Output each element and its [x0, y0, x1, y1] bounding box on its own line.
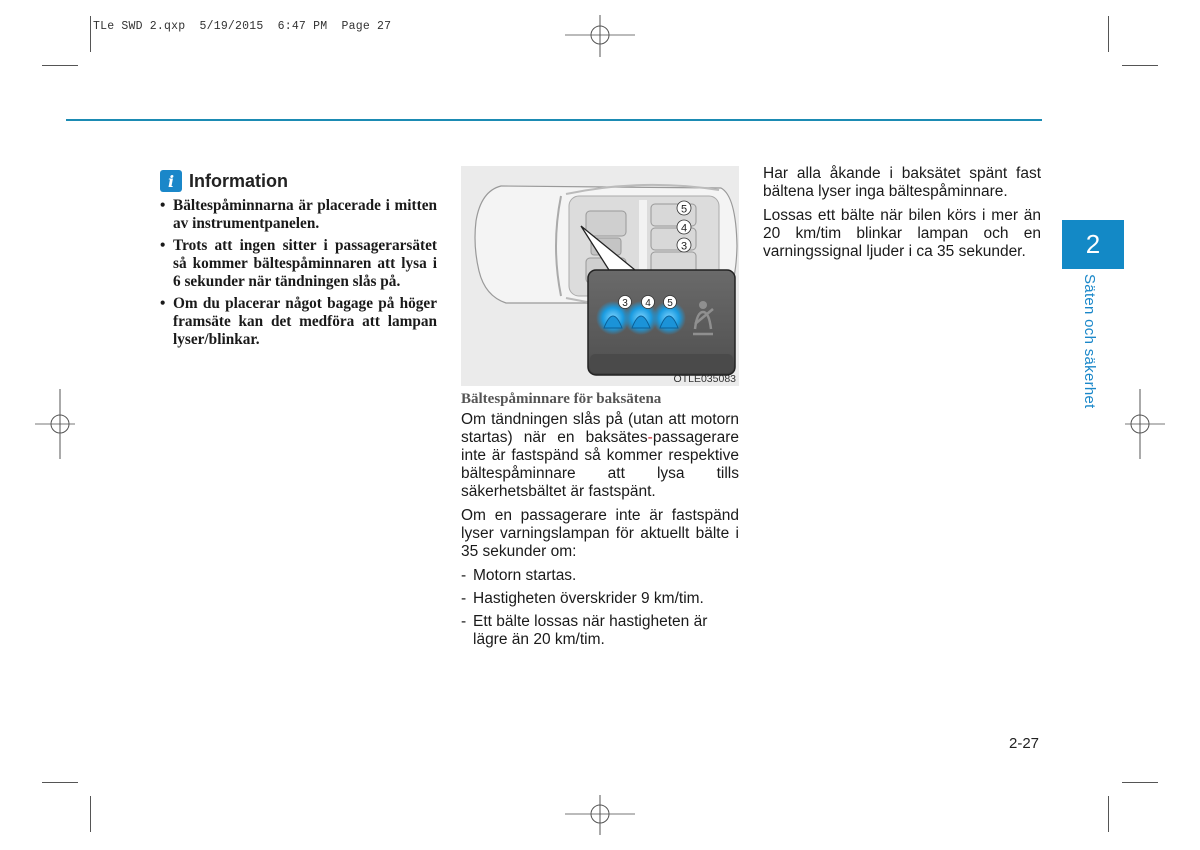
registration-mark-right	[1125, 389, 1165, 459]
crop-mark	[42, 782, 78, 783]
crop-mark	[1122, 782, 1158, 783]
information-list: Bältespåminnarna är placerade i mitten a…	[158, 197, 437, 353]
chapter-title: Säten och säkerhet	[1081, 274, 1098, 409]
section-subheading: Bältespåminnare för baksätena	[461, 391, 662, 407]
header-rule	[66, 119, 1042, 121]
crop-mark	[1122, 65, 1158, 66]
svg-text:4: 4	[645, 298, 651, 309]
conditions-list: Motorn startas. Hastigheten överskrider …	[461, 567, 739, 649]
information-bullet: Trots att ingen sitter i passagerarsätet…	[158, 237, 437, 291]
car-top-view-illustration: 5 4 3 3 4 5	[474, 183, 738, 376]
middle-column: Bältespåminnare för baksätena Om tändnin…	[461, 391, 739, 654]
svg-text:3: 3	[622, 298, 628, 309]
seatbelt-reminder-figure: 5 4 3 3 4 5 OTLE035083	[461, 166, 739, 386]
figure-code: OTLE035083	[673, 373, 736, 385]
crop-mark	[90, 796, 91, 832]
registration-mark-bottom	[565, 795, 635, 835]
svg-text:5: 5	[667, 298, 673, 309]
paragraph: Om en passagerare inte är fastspänd lyse…	[461, 507, 739, 560]
chapter-number-tab: 2	[1062, 220, 1124, 269]
information-title: Information	[189, 170, 288, 191]
svg-text:5: 5	[681, 204, 687, 216]
paragraph: Har alla åkande i baksätet spänt fast bä…	[763, 165, 1041, 200]
information-bullet: Om du placerar något bagage på höger fra…	[158, 295, 437, 349]
right-column: Har alla åkande i baksätet spänt fast bä…	[763, 165, 1041, 267]
seat-label-4: 4	[676, 219, 692, 235]
page-number: 2-27	[1009, 735, 1040, 752]
svg-text:4: 4	[681, 223, 687, 235]
paragraph: Om tändningen slås på (utan att motorn s…	[461, 411, 739, 501]
print-slug: TLe SWD 2.qxp 5/19/2015 6:47 PM Page 27	[93, 20, 392, 33]
crop-mark	[90, 16, 91, 52]
seat-label-3: 3	[676, 237, 692, 253]
paragraph: Lossas ett bälte när bilen körs i mer än…	[763, 207, 1041, 260]
info-icon: i	[160, 170, 182, 192]
registration-mark-left	[35, 389, 75, 459]
condition-item: Hastigheten överskrider 9 km/tim.	[461, 590, 739, 608]
seatbelt-lamp-panel: 3 4 5	[587, 269, 736, 376]
crop-mark	[1108, 16, 1109, 52]
information-heading: i Information	[160, 170, 288, 192]
crop-mark	[42, 65, 78, 66]
seat-label-5: 5	[676, 200, 692, 216]
svg-text:3: 3	[681, 241, 687, 253]
information-bullet: Bältespåminnarna är placerade i mitten a…	[158, 197, 437, 233]
crop-mark	[1108, 796, 1109, 832]
condition-item: Motorn startas.	[461, 567, 739, 585]
condition-item: Ett bälte lossas när hastigheten är lägr…	[461, 613, 739, 649]
registration-mark-top	[565, 15, 635, 57]
